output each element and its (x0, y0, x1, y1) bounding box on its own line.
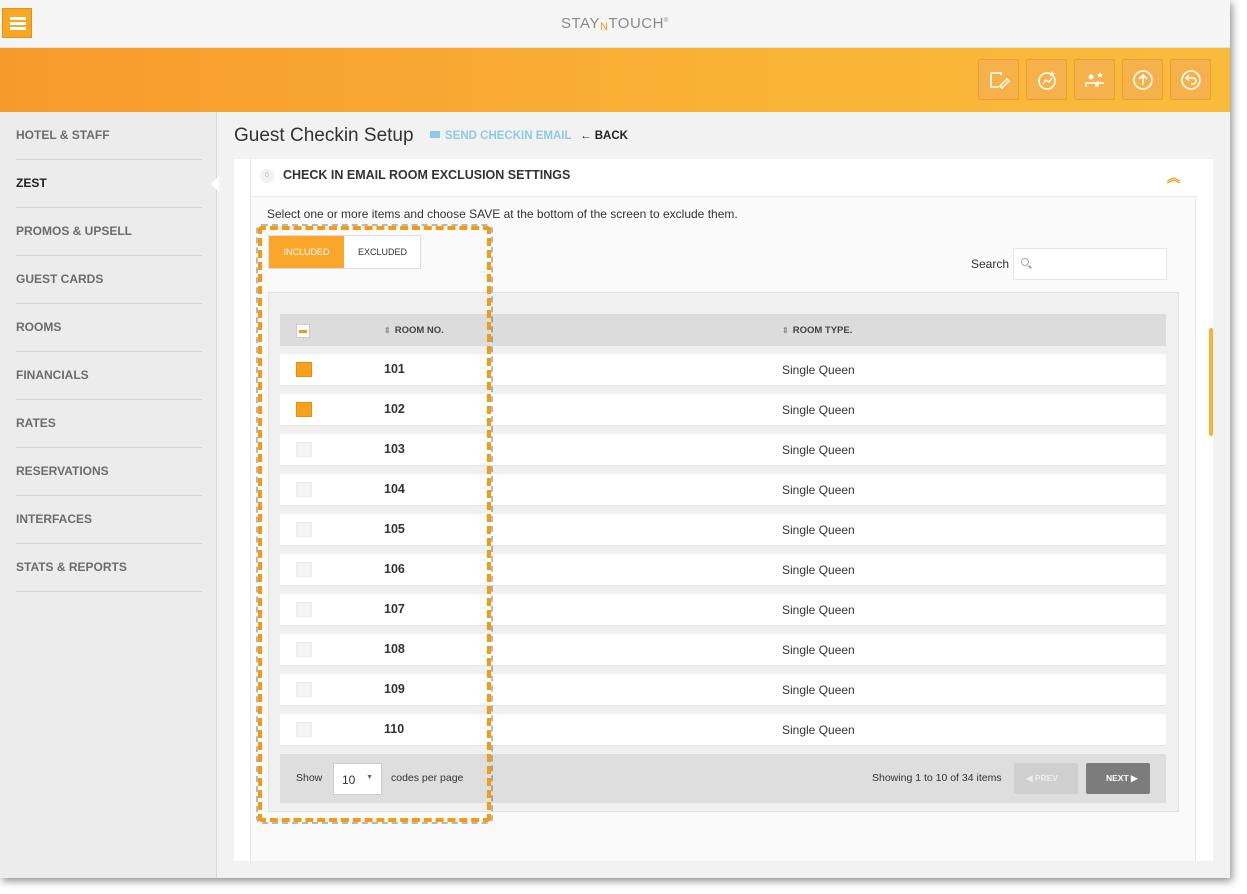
inclusion-tabs: INCLUDED EXCLUDED (268, 235, 421, 269)
send-checkin-email-link[interactable]: SEND CHECKIN EMAIL (430, 130, 572, 142)
section-header[interactable]: 0 CHECK IN EMAIL ROOM EXCLUSION SETTINGS… (251, 159, 1197, 197)
sidebar-item-guest-cards[interactable]: GUEST CARDS (16, 256, 202, 304)
room-number: 105 (384, 522, 405, 536)
next-button[interactable]: NEXT ▶ (1086, 763, 1150, 794)
sidebar: HOTEL & STAFF ZEST PROMOS & UPSELL GUEST… (0, 112, 217, 878)
table-header: ⇕ ROOM NO. ⇕ ROOM TYPE. (280, 314, 1166, 346)
room-type: Single Queen (782, 683, 855, 697)
sidebar-item-interfaces[interactable]: INTERFACES (16, 496, 202, 544)
chevron-down-icon: ▼ (366, 774, 373, 781)
per-page-select[interactable]: 10 ▼ (333, 763, 382, 795)
sidebar-item-financials[interactable]: FINANCIALS (16, 352, 202, 400)
room-type: Single Queen (782, 363, 855, 377)
room-type: Single Queen (782, 563, 855, 577)
row-checkbox[interactable] (296, 482, 312, 497)
undo-circle-icon[interactable] (1170, 59, 1211, 100)
menu-icon[interactable] (2, 8, 32, 38)
search-label: Search (971, 257, 1010, 271)
rooms-table: ⇕ ROOM NO. ⇕ ROOM TYPE. 101 Single Queen 1… (268, 292, 1179, 812)
chevron-right-icon: ▶ (1131, 773, 1138, 783)
chevron-left-icon: ◀ (1026, 773, 1033, 783)
select-all-checkbox[interactable] (296, 324, 310, 338)
back-button[interactable]: ← BACK (580, 130, 628, 142)
app-window: STAYNTOUCH® HOTEL & STAFF ZEST PROMOS & … (0, 0, 1230, 878)
row-checkbox[interactable] (296, 562, 312, 577)
row-checkbox[interactable] (296, 722, 312, 737)
row-checkbox[interactable] (296, 642, 312, 657)
table-row[interactable]: 107 Single Queen (280, 594, 1166, 626)
table-row[interactable]: 108 Single Queen (280, 634, 1166, 666)
section-dot-icon: 0 (260, 169, 274, 183)
room-number: 103 (384, 442, 405, 456)
tab-excluded[interactable]: EXCLUDED (344, 236, 421, 268)
sidebar-item-reservations[interactable]: RESERVATIONS (16, 448, 202, 496)
section-container: 0 CHECK IN EMAIL ROOM EXCLUSION SETTINGS… (250, 159, 1197, 861)
table-row[interactable]: 109 Single Queen (280, 674, 1166, 706)
pagination-status: Showing 1 to 10 of 34 items (872, 772, 1002, 784)
room-number: 104 (384, 482, 405, 496)
table-row[interactable]: 101 Single Queen (280, 354, 1166, 386)
collapse-icon[interactable]: ︽ (1167, 167, 1180, 186)
room-number: 107 (384, 602, 405, 616)
top-bar: STAYNTOUCH® (0, 0, 1230, 48)
show-label: Show (296, 772, 323, 784)
chart-star-icon[interactable] (1026, 59, 1067, 100)
mail-icon (430, 131, 440, 138)
table-row[interactable]: 106 Single Queen (280, 554, 1166, 586)
sidebar-item-hotel-staff[interactable]: HOTEL & STAFF (16, 112, 202, 160)
page-title: Guest Checkin Setup (234, 125, 414, 146)
tab-included[interactable]: INCLUDED (269, 236, 344, 268)
app-logo: STAYNTOUCH® (561, 15, 669, 33)
per-page-label: codes per page (391, 772, 464, 784)
room-type: Single Queen (782, 523, 855, 537)
sidebar-item-stats-reports[interactable]: STATS & REPORTS (16, 544, 202, 592)
table-row[interactable]: 110 Single Queen (280, 714, 1166, 746)
section-title: CHECK IN EMAIL ROOM EXCLUSION SETTINGS (283, 168, 571, 182)
table-row[interactable]: 102 Single Queen (280, 394, 1166, 426)
table-row[interactable]: 103 Single Queen (280, 434, 1166, 466)
room-type: Single Queen (782, 603, 855, 617)
search-input[interactable] (1013, 248, 1167, 280)
row-checkbox[interactable] (296, 362, 312, 377)
staff-star-icon[interactable] (1074, 59, 1115, 100)
search-icon (1021, 258, 1029, 266)
room-type: Single Queen (782, 443, 855, 457)
room-number: 110 (384, 722, 405, 736)
prev-button[interactable]: ◀ PREV (1014, 763, 1078, 794)
sidebar-item-promos-upsell[interactable]: PROMOS & UPSELL (16, 208, 202, 256)
row-checkbox[interactable] (296, 682, 312, 697)
room-number: 108 (384, 642, 405, 656)
room-type: Single Queen (782, 483, 855, 497)
room-number: 101 (384, 362, 405, 376)
sort-icon: ⇕ (782, 326, 789, 335)
header-bar (0, 48, 1230, 112)
row-checkbox[interactable] (296, 402, 312, 417)
room-number: 106 (384, 562, 405, 576)
instructions-text: Select one or more items and choose SAVE… (267, 207, 738, 221)
sort-icon: ⇕ (384, 326, 391, 335)
edit-document-icon[interactable] (978, 59, 1019, 100)
sidebar-item-rooms[interactable]: ROOMS (16, 304, 202, 352)
row-checkbox[interactable] (296, 442, 312, 457)
table-footer: Show 10 ▼ codes per page Showing 1 to 10 … (280, 754, 1166, 803)
scrollbar[interactable] (1209, 328, 1213, 436)
sidebar-item-rates[interactable]: RATES (16, 400, 202, 448)
sidebar-item-zest[interactable]: ZEST (16, 160, 202, 208)
room-number: 102 (384, 402, 405, 416)
active-indicator (211, 176, 219, 192)
back-arrow-icon: ← (580, 130, 592, 142)
row-checkbox[interactable] (296, 522, 312, 537)
room-number: 109 (384, 682, 405, 696)
room-type: Single Queen (782, 403, 855, 417)
upload-circle-icon[interactable] (1122, 59, 1163, 100)
column-room-type[interactable]: ⇕ ROOM TYPE. (782, 325, 852, 336)
content-panel: 0 CHECK IN EMAIL ROOM EXCLUSION SETTINGS… (234, 159, 1213, 861)
column-room-no[interactable]: ⇕ ROOM NO. (384, 325, 444, 336)
room-type: Single Queen (782, 643, 855, 657)
row-checkbox[interactable] (296, 602, 312, 617)
room-type: Single Queen (782, 723, 855, 737)
table-row[interactable]: 105 Single Queen (280, 514, 1166, 546)
table-row[interactable]: 104 Single Queen (280, 474, 1166, 506)
